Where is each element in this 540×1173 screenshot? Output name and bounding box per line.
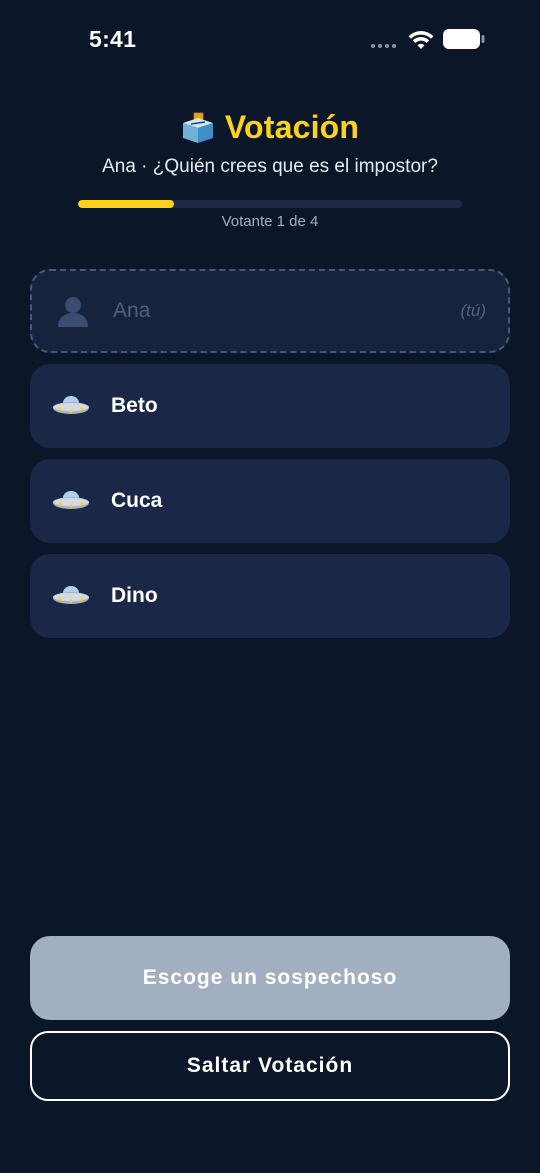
wifi-icon <box>408 31 434 49</box>
player-name: Dino <box>111 584 158 607</box>
ufo-icon <box>52 577 90 615</box>
title-row: Votación <box>0 106 540 148</box>
ballot-box-icon <box>182 112 213 143</box>
skip-vote-button[interactable]: Saltar Votación <box>30 1031 510 1101</box>
status-bar: 5:41 <box>0 0 540 80</box>
voter-progress-fill <box>78 200 174 208</box>
person-silhouette-icon <box>54 292 92 330</box>
player-card-beto[interactable]: Beto <box>30 364 510 448</box>
page-title: Votación <box>224 108 360 145</box>
battery-icon <box>443 29 485 49</box>
status-time: 5:41 <box>89 26 137 52</box>
voter-progress-label: Votante 1 de 4 <box>221 213 319 230</box>
self-tag: (tú) <box>460 301 487 320</box>
page-subtitle: Ana · ¿Quién crees que es el impostor? <box>102 156 438 177</box>
player-name: Beto <box>111 394 158 417</box>
ufo-icon <box>52 387 90 425</box>
header: Votación Ana · ¿Quién crees que es el im… <box>0 106 540 178</box>
player-card-ana: Ana (tú) <box>30 269 510 353</box>
player-card-dino[interactable]: Dino <box>30 554 510 638</box>
player-card-cuca[interactable]: Cuca <box>30 459 510 543</box>
voter-progress-bar <box>78 200 462 208</box>
cellular-signal-icon <box>371 44 396 48</box>
player-name: Ana <box>113 299 151 322</box>
choose-suspect-button[interactable]: Escoge un sospechoso <box>30 936 510 1020</box>
ufo-icon <box>52 482 90 520</box>
player-name: Cuca <box>111 489 163 512</box>
player-list: Ana (tú) Beto Cuca Dino <box>30 269 510 649</box>
